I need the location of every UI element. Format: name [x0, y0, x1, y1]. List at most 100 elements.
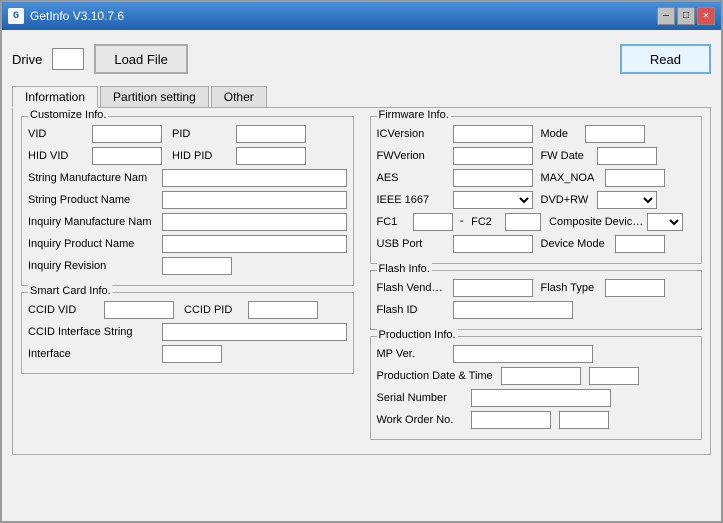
title-bar: G GetInfo V3.10.7.6 — □ ✕: [2, 2, 721, 30]
read-button[interactable]: Read: [620, 44, 711, 74]
fc-dash: -: [457, 216, 468, 228]
prod-date-label: Production Date & Time: [377, 370, 497, 382]
window-title: GetInfo V3.10.7.6: [30, 9, 124, 23]
aes-label: AES: [377, 172, 449, 184]
inq-rev-input[interactable]: [162, 257, 232, 275]
hid-vid-label: HID VID: [28, 150, 88, 162]
hid-vid-pid-row: HID VID HID PID: [28, 147, 347, 165]
max-noa-label: MAX_NOA: [541, 172, 601, 184]
flash-info-content: Flash Vend… Flash Type Flash ID: [377, 279, 696, 319]
smart-card-title: Smart Card Info.: [28, 285, 113, 297]
dvdrw-select[interactable]: [597, 191, 657, 209]
hid-vid-input[interactable]: [92, 147, 162, 165]
mp-ver-input[interactable]: [453, 345, 593, 363]
prod-time-input[interactable]: [589, 367, 639, 385]
left-column: Customize Info. VID PID: [21, 116, 354, 446]
interface-label: Interface: [28, 348, 158, 360]
work-order-input2[interactable]: [559, 411, 609, 429]
flash-vendor-input[interactable]: [453, 279, 533, 297]
fw-version-label: FWVerion: [377, 150, 449, 162]
fw-version-input[interactable]: [453, 147, 533, 165]
tab-other[interactable]: Other: [211, 86, 267, 107]
max-noa-input[interactable]: [605, 169, 665, 187]
customize-info-content: VID PID HID VID HID PID: [28, 125, 347, 275]
drive-input[interactable]: [52, 48, 84, 70]
aes-maxnoa-row: AES MAX_NOA: [377, 169, 696, 187]
ccid-vid-input[interactable]: [104, 301, 174, 319]
str-prod-input[interactable]: [162, 191, 347, 209]
flash-info-group: Flash Info. Flash Vend… Flash Type: [370, 270, 703, 330]
mode-input[interactable]: [585, 125, 645, 143]
vid-label: VID: [28, 128, 88, 140]
ccid-iface-input[interactable]: [162, 323, 347, 341]
work-order-label: Work Order No.: [377, 414, 467, 426]
tab-partition-setting[interactable]: Partition setting: [100, 86, 209, 107]
fc-label: FC1: [377, 216, 409, 228]
close-button[interactable]: ✕: [697, 7, 715, 25]
serial-input[interactable]: [471, 389, 611, 407]
mp-ver-label: MP Ver.: [377, 348, 449, 360]
fwver-date-row: FWVerion FW Date: [377, 147, 696, 165]
inq-mfr-input[interactable]: [162, 213, 347, 231]
str-mfr-input[interactable]: [162, 169, 347, 187]
fw-date-input[interactable]: [597, 147, 657, 165]
fc1-input[interactable]: [413, 213, 453, 231]
ccid-pid-input[interactable]: [248, 301, 318, 319]
smart-card-content: CCID VID CCID PID CCID Interface String: [28, 301, 347, 363]
inq-mfr-label: Inquiry Manufacture Nam: [28, 216, 158, 228]
inq-rev-row: Inquiry Revision: [28, 257, 347, 275]
inq-prod-input[interactable]: [162, 235, 347, 253]
str-prod-row: String Product Name: [28, 191, 347, 209]
usb-port-input[interactable]: [453, 235, 533, 253]
ic-version-input[interactable]: [453, 125, 533, 143]
load-file-button[interactable]: Load File: [94, 44, 187, 74]
pid-input[interactable]: [236, 125, 306, 143]
flash-type-label: Flash Type: [541, 282, 601, 294]
maximize-button[interactable]: □: [677, 7, 695, 25]
customize-info-group: Customize Info. VID PID: [21, 116, 354, 286]
ic-mode-row: ICVersion Mode: [377, 125, 696, 143]
inq-prod-label: Inquiry Product Name: [28, 238, 158, 250]
pid-label: PID: [172, 128, 232, 140]
serial-row: Serial Number: [377, 389, 696, 407]
production-info-title: Production Info.: [377, 329, 458, 341]
interface-input[interactable]: [162, 345, 222, 363]
tab-information-content: Customize Info. VID PID: [12, 108, 711, 455]
toolbar: Drive Load File Read: [12, 40, 711, 78]
flash-id-input[interactable]: [453, 301, 573, 319]
flash-vendor-type-row: Flash Vend… Flash Type: [377, 279, 696, 297]
device-mode-input[interactable]: [615, 235, 665, 253]
firmware-info-content: ICVersion Mode FWVerion FW Date: [377, 125, 696, 253]
composite-label: Composite Devic…: [549, 216, 643, 228]
fc2-input[interactable]: [505, 213, 541, 231]
info-grid: Customize Info. VID PID: [21, 116, 702, 446]
customize-info-title: Customize Info.: [28, 109, 108, 121]
prod-date-row: Production Date & Time: [377, 367, 696, 385]
tab-information[interactable]: Information: [12, 86, 98, 108]
composite-select[interactable]: [647, 213, 683, 231]
ieee-select[interactable]: [453, 191, 533, 209]
work-order-input[interactable]: [471, 411, 551, 429]
mp-ver-row: MP Ver.: [377, 345, 696, 363]
str-mfr-row: String Manufacture Nam: [28, 169, 347, 187]
vid-input[interactable]: [92, 125, 162, 143]
interface-row: Interface: [28, 345, 347, 363]
flash-type-input[interactable]: [605, 279, 665, 297]
smart-card-info-group: Smart Card Info. CCID VID CCID PID: [21, 292, 354, 374]
prod-date-input[interactable]: [501, 367, 581, 385]
flash-id-label: Flash ID: [377, 304, 449, 316]
firmware-info-group: Firmware Info. ICVersion Mode: [370, 116, 703, 264]
aes-input[interactable]: [453, 169, 533, 187]
tab-bar: Information Partition setting Other: [12, 86, 711, 108]
content-area: Drive Load File Read Information Partiti…: [2, 30, 721, 521]
hid-pid-input[interactable]: [236, 147, 306, 165]
inq-prod-row: Inquiry Product Name: [28, 235, 347, 253]
title-controls: — □ ✕: [657, 7, 715, 25]
work-order-row: Work Order No.: [377, 411, 696, 429]
ieee-dvdrw-row: IEEE 1667 DVD+RW: [377, 191, 696, 209]
minimize-button[interactable]: —: [657, 7, 675, 25]
mode-label: Mode: [541, 128, 581, 140]
hid-pid-label: HID PID: [172, 150, 232, 162]
str-mfr-label: String Manufacture Nam: [28, 172, 158, 184]
fc2-label: FC2: [471, 216, 501, 228]
